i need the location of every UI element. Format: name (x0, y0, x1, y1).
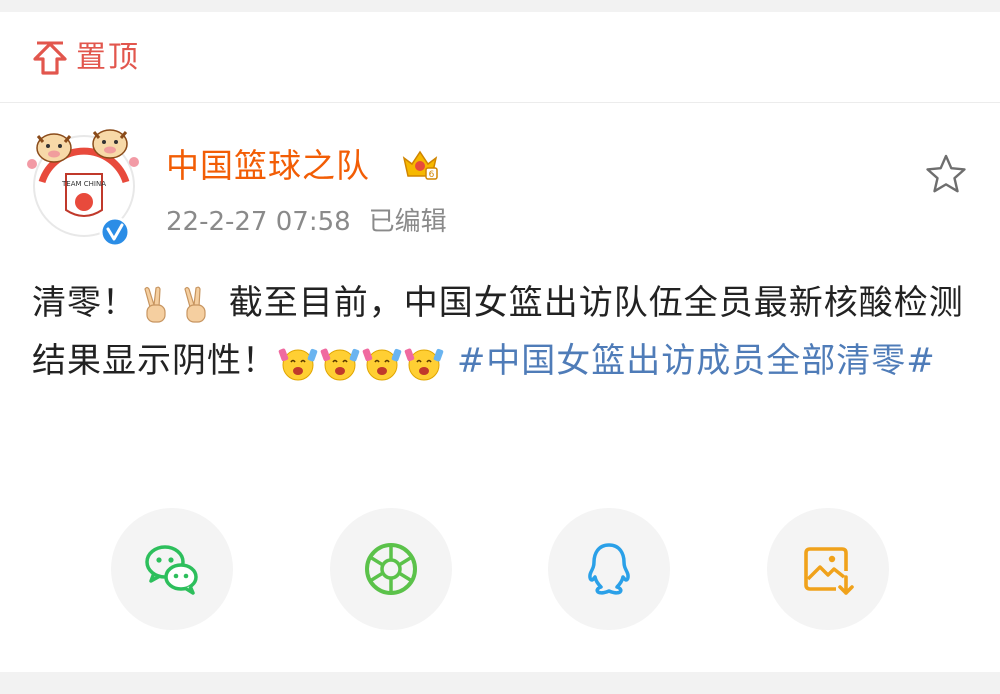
post-text-part-1: 清零！ (32, 283, 137, 323)
pinned-bar: 置顶 (0, 12, 1000, 103)
moments-icon (365, 543, 417, 595)
cheer-face-emoji (362, 348, 402, 380)
avatar-text: TEAM CHINA (61, 180, 106, 188)
avatar[interactable]: TEAM CHINA (24, 122, 144, 248)
username[interactable]: 中国篮球之队 (166, 144, 370, 188)
svg-text:6: 6 (429, 170, 435, 180)
share-bar (0, 508, 1000, 632)
post-timestamp: 22-2-27 07:58 (166, 207, 351, 237)
share-wechat-button[interactable] (111, 508, 233, 630)
qq-icon (588, 543, 630, 595)
vip-crown-icon[interactable]: 6 (400, 144, 440, 184)
victory-hand-emoji (184, 286, 206, 323)
post-card: 置顶 TEAM CHINA 中国篮球之队 6 22-2-27 07:58 已编辑… (0, 12, 1000, 672)
wechat-icon (145, 545, 198, 595)
post-body: 清零！ 截至目前，中国女篮出访队伍全员最新核酸检测结果显示阴性！ #中国女篮出访… (32, 274, 972, 390)
pin-top-icon (33, 41, 67, 75)
topic-link[interactable]: #中国女篮出访成员全部清零# (457, 341, 936, 381)
favorite-star-icon[interactable] (924, 152, 968, 196)
share-qq-button[interactable] (548, 508, 670, 630)
verified-badge-icon (99, 216, 131, 248)
save-image-button[interactable] (767, 508, 889, 630)
pinned-label: 置顶 (76, 40, 140, 75)
save-image-icon (804, 547, 854, 595)
cheer-face-emoji (278, 348, 318, 380)
share-moments-button[interactable] (330, 508, 452, 630)
cheer-face-emoji (404, 348, 444, 380)
edited-label: 已编辑 (368, 207, 447, 237)
cheer-face-emoji (320, 348, 360, 380)
post-meta: 22-2-27 07:58 已编辑 (166, 202, 447, 242)
victory-hand-emoji (144, 286, 166, 323)
